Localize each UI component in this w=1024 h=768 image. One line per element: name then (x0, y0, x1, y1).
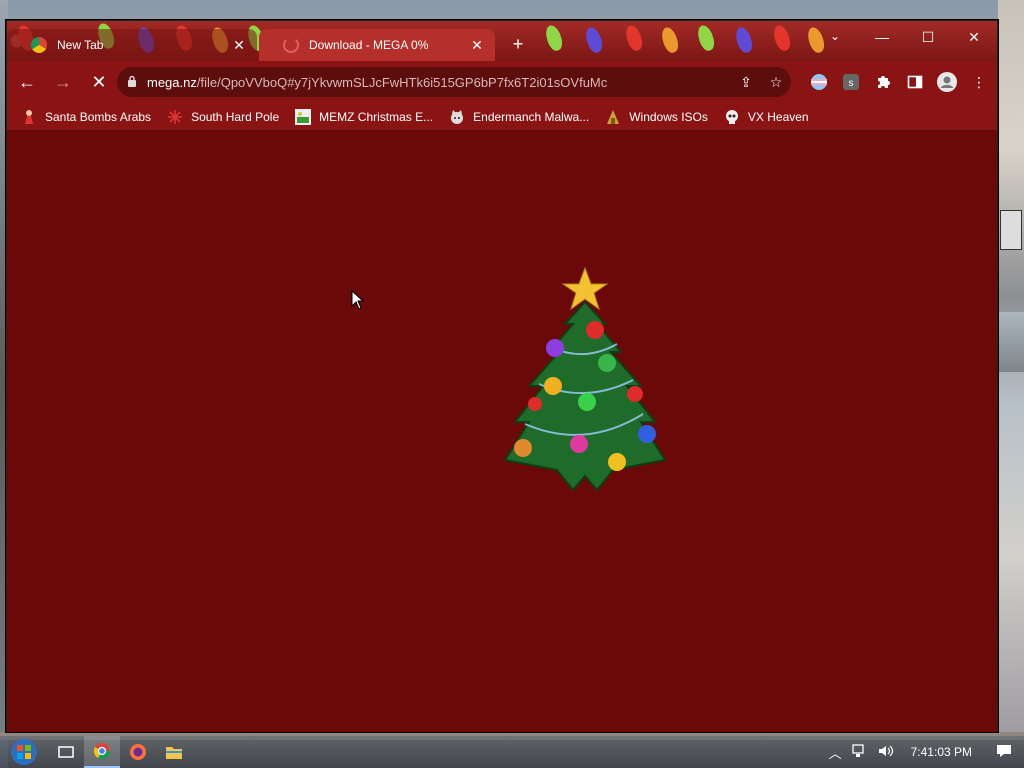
minimize-button[interactable]: — (859, 22, 905, 52)
extension-area: s ⋮ (803, 69, 995, 95)
windows-taskbar: ︿ 7:41:03 PM (0, 736, 1024, 768)
forward-button[interactable]: → (47, 66, 79, 98)
snowflake-icon (167, 109, 183, 125)
chrome-icon (31, 37, 47, 53)
browser-menu-icon[interactable]: ⋮ (963, 69, 995, 95)
stop-loading-button[interactable]: ✕ (83, 66, 115, 98)
show-hidden-icons-icon[interactable]: ︿ (824, 743, 847, 762)
close-window-button[interactable]: ✕ (951, 22, 997, 52)
window-controls: — ☐ ✕ (859, 21, 997, 53)
close-tab-icon[interactable]: ✕ (231, 37, 247, 54)
desktop-background-right (998, 0, 1024, 740)
back-button[interactable]: ← (11, 66, 43, 98)
santa-icon (21, 109, 37, 125)
maximize-button[interactable]: ☐ (905, 22, 951, 52)
browser-window: New Tab ✕ Download - MEGA 0% ✕ + ⌄ — ☐ ✕… (6, 20, 998, 732)
bookmark-south-hard-pole[interactable]: South Hard Pole (167, 109, 279, 125)
bookmark-memz-christmas[interactable]: MEMZ Christmas E... (295, 108, 434, 125)
notifications-icon[interactable] (984, 744, 1024, 761)
tab-strip: New Tab ✕ Download - MEGA 0% ✕ + ⌄ — ☐ ✕ (7, 21, 997, 61)
cat-icon (449, 109, 465, 125)
bookmark-vx-heaven[interactable]: VX Heaven (724, 109, 809, 125)
bookmark-label: Endermanch Malwa... (473, 109, 590, 124)
address-bar[interactable]: mega.nz/file/QpoVVboQ#y7jYkvwmSLJcFwHTk6… (117, 67, 791, 97)
url-path: /file/QpoVVboQ#y7jYkvwmSLJcFwHTk6i515GP6… (196, 74, 608, 90)
task-view-icon[interactable] (48, 736, 84, 768)
bookmark-santa-bombs-arabs[interactable]: Santa Bombs Arabs (21, 109, 151, 125)
lock-icon[interactable] (117, 75, 147, 90)
bookmarks-bar: Santa Bombs Arabs South Hard Pole MEMZ C… (7, 103, 997, 131)
image-icon (295, 108, 312, 125)
taskbar-file-explorer-icon[interactable] (156, 736, 192, 768)
skull-icon (724, 109, 740, 125)
taskbar-clock[interactable]: 7:41:03 PM (899, 745, 984, 759)
url-text[interactable]: mega.nz/file/QpoVVboQ#y7jYkvwmSLJcFwHTk6… (147, 75, 731, 90)
tab-mega-download[interactable]: Download - MEGA 0% ✕ (259, 29, 495, 61)
bookmark-label: Windows ISOs (629, 109, 708, 124)
new-tab-button[interactable]: + (507, 33, 529, 55)
flag-extension-icon[interactable] (803, 69, 835, 95)
s-extension-icon[interactable]: s (835, 69, 867, 95)
share-icon[interactable]: ⇪ (731, 74, 761, 91)
bookmark-windows-isos[interactable]: Windows ISOs (605, 109, 708, 125)
bookmark-label: VX Heaven (747, 109, 809, 124)
christmas-tree-image (503, 266, 667, 492)
tab-label: New Tab (57, 38, 104, 52)
bookmark-label: Santa Bombs Arabs (45, 109, 152, 124)
browser-toolbar: ← → ✕ mega.nz/file/QpoVVboQ#y7jYkvwmSLJc… (7, 61, 997, 103)
side-panel-icon[interactable] (899, 69, 931, 95)
bookmark-label: MEMZ Christmas E... (319, 109, 434, 124)
start-button[interactable] (0, 736, 48, 768)
bookmark-label: South Hard Pole (191, 109, 280, 124)
page-content (7, 132, 997, 732)
network-icon[interactable] (847, 743, 873, 761)
extensions-puzzle-icon[interactable] (867, 69, 899, 95)
url-host: mega.nz (147, 74, 197, 90)
tab-label: Download - MEGA 0% (309, 38, 429, 52)
tab-new-tab[interactable]: New Tab ✕ (7, 29, 257, 61)
mouse-cursor-icon (351, 290, 365, 310)
street-sign (1000, 210, 1022, 250)
tab-search-button[interactable]: ⌄ (821, 29, 849, 51)
folder-icon (605, 109, 621, 125)
taskbar-chrome-icon[interactable] (84, 736, 120, 768)
close-tab-icon[interactable]: ✕ (469, 37, 485, 54)
svg-text:s: s (849, 78, 854, 89)
bookmark-endermanch-malware[interactable]: Endermanch Malwa... (449, 109, 589, 125)
taskbar-firefox-icon[interactable] (120, 736, 156, 768)
system-tray: ︿ 7:41:03 PM (824, 736, 1024, 768)
profile-avatar-icon[interactable] (931, 69, 963, 95)
volume-icon[interactable] (873, 744, 899, 761)
loading-spinner-icon (283, 37, 299, 53)
car-image (998, 312, 1024, 372)
bookmark-star-icon[interactable]: ☆ (761, 74, 791, 91)
